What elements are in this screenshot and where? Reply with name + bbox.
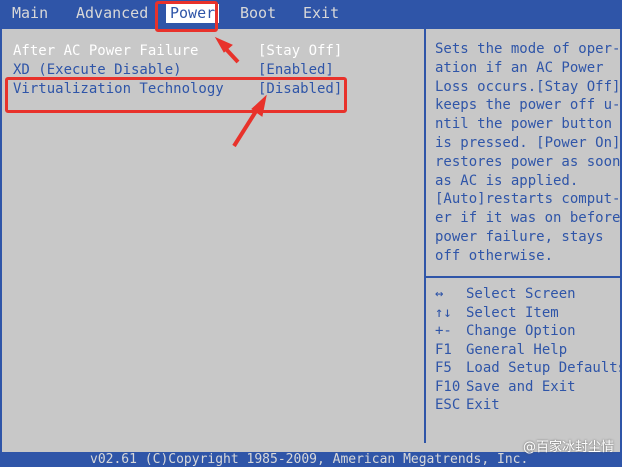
key-description: Exit: [466, 397, 500, 413]
key-row-exit: ESC Exit: [435, 396, 617, 415]
frame-left-line: [0, 27, 2, 452]
key-description: General Help: [466, 341, 568, 358]
setting-xd-execute-disable[interactable]: XD (Execute Disable) [Enabled]: [13, 61, 343, 79]
key-name: +-: [435, 323, 452, 339]
key-name: ↑↓: [435, 304, 452, 321]
tab-exit[interactable]: Exit: [299, 4, 343, 23]
key-description: Select Screen: [466, 286, 576, 302]
copyright-text: v02.61 (C)Copyright 1985-2009, American …: [90, 452, 529, 467]
key-name: F5: [435, 360, 452, 376]
key-name: F10: [435, 378, 461, 395]
key-name: ESC: [435, 397, 461, 413]
key-row-load-defaults: F5 Load Setup Defaults: [435, 359, 622, 378]
tab-boot[interactable]: Boot: [236, 4, 280, 23]
key-row-select-item: ↑↓ Select Item: [435, 304, 617, 323]
setting-value[interactable]: [Stay Off]: [258, 42, 342, 60]
tab-advanced[interactable]: Advanced: [72, 4, 152, 23]
setting-value[interactable]: [Enabled]: [258, 61, 334, 79]
setting-label: Virtualization Technology: [13, 81, 224, 97]
setting-after-ac-power-failure[interactable]: After AC Power Failure [Stay Off]: [13, 42, 343, 60]
key-name: F1: [435, 341, 452, 358]
key-row-general-help: F1 General Help: [435, 341, 617, 360]
bios-screen: Main Advanced Power Boot Exit After AC P…: [0, 0, 622, 467]
key-legend: ↔ Select Screen ↑↓ Select Item +- Change…: [435, 285, 622, 415]
frame-top-line: [0, 27, 622, 29]
help-divider: [426, 276, 620, 278]
watermark: @百家冰封尘情: [522, 440, 614, 455]
setting-value[interactable]: [Disabled]: [258, 80, 342, 98]
help-description: Sets the mode of oper- ation if an AC Po…: [435, 41, 621, 264]
setting-virtualization-technology[interactable]: Virtualization Technology [Disabled]: [13, 80, 343, 98]
key-description: Change Option: [466, 323, 576, 339]
tab-main[interactable]: Main: [8, 4, 52, 23]
key-row-select-screen: ↔ Select Screen: [435, 285, 617, 304]
key-description: Save and Exit: [466, 378, 576, 395]
key-name: ↔: [435, 286, 444, 302]
key-row-change-option: +- Change Option: [435, 322, 617, 341]
key-description: Select Item: [466, 304, 559, 321]
key-description: Load Setup Defaults: [466, 360, 622, 376]
setting-label: After AC Power Failure: [13, 43, 199, 59]
key-row-save-exit: F10 Save and Exit: [435, 378, 617, 397]
tab-power[interactable]: Power: [166, 4, 220, 23]
setting-label: XD (Execute Disable): [13, 62, 182, 78]
menu-bar: Main Advanced Power Boot Exit: [0, 0, 622, 27]
